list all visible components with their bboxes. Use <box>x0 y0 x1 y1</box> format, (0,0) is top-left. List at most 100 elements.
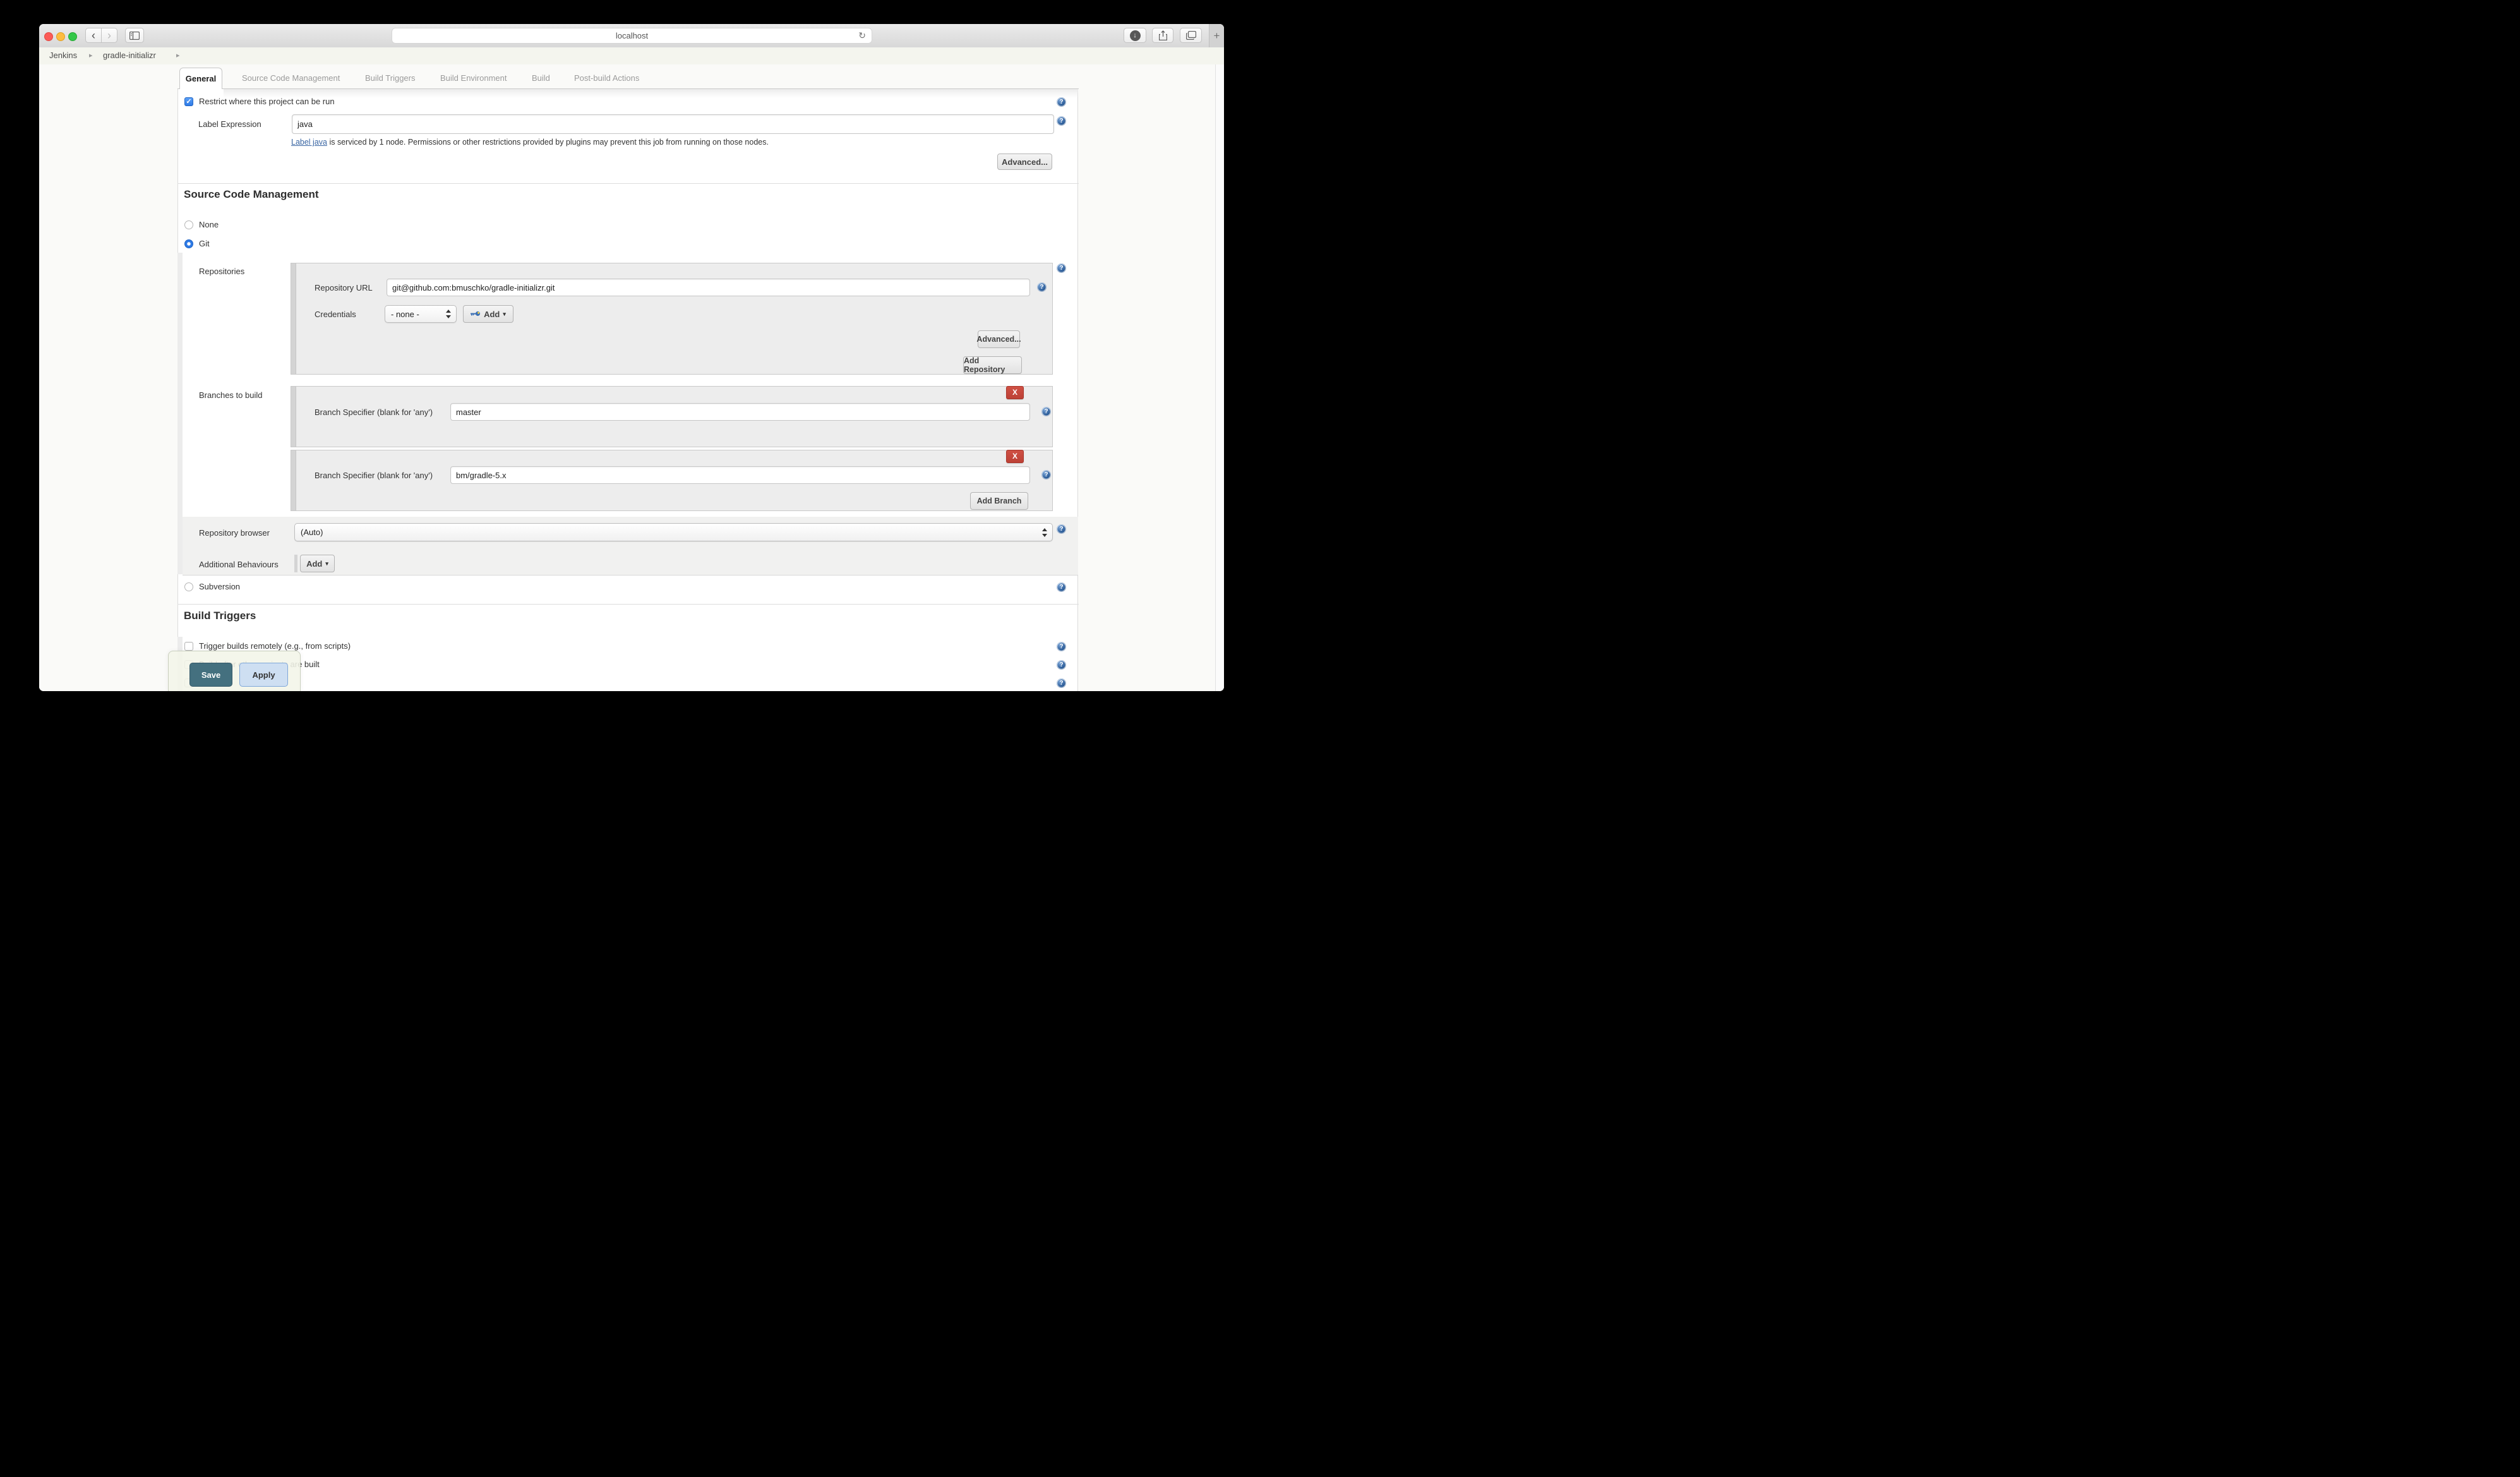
add-behaviour-button[interactable]: Add ▾ <box>300 555 335 572</box>
add-credentials-button[interactable]: Add ▾ <box>463 305 513 323</box>
help-icon[interactable]: ? <box>1057 582 1066 592</box>
trigger-remote-checkbox[interactable] <box>184 642 193 651</box>
browser-toolbar: ‹ › localhost ↻ ↓ + <box>39 24 1224 48</box>
breadcrumb-jenkins[interactable]: Jenkins <box>49 47 77 64</box>
restrict-checkbox[interactable]: ✓ <box>184 97 193 106</box>
credentials-value: - none - <box>391 310 419 319</box>
breadcrumb-separator-icon: ▸ <box>89 47 93 64</box>
scm-none-radio[interactable] <box>184 220 193 229</box>
help-icon[interactable]: ? <box>1057 642 1066 651</box>
add-behaviour-label: Add <box>306 559 322 569</box>
help-icon[interactable]: ? <box>1057 263 1066 273</box>
credentials-select[interactable]: - none - <box>385 305 457 323</box>
tab-build-triggers[interactable]: Build Triggers <box>365 68 415 88</box>
scrollbar-gutter[interactable] <box>1215 64 1224 691</box>
share-button[interactable] <box>1152 28 1173 43</box>
address-bar[interactable]: localhost ↻ <box>392 28 872 44</box>
tab-build[interactable]: Build <box>532 68 550 88</box>
scm-none-label: None <box>199 220 219 230</box>
section-divider <box>177 604 1079 605</box>
scm-subversion-radio[interactable] <box>184 582 193 591</box>
build-triggers-heading: Build Triggers <box>184 610 256 622</box>
help-icon[interactable]: ? <box>1057 97 1066 107</box>
apply-button[interactable]: Apply <box>239 663 288 687</box>
drag-handle[interactable] <box>291 450 296 510</box>
scm-git-label: Git <box>199 239 210 249</box>
section-indent-strip <box>177 253 183 574</box>
git-extra-band: Repository browser (Auto) Additional Beh… <box>183 517 1078 576</box>
drag-handle[interactable] <box>291 263 296 374</box>
tab-build-environment[interactable]: Build Environment <box>440 68 507 88</box>
additional-behaviours-label: Additional Behaviours <box>199 560 279 569</box>
zoom-window-button[interactable] <box>68 32 77 41</box>
browser-window: ‹ › localhost ↻ ↓ + <box>39 24 1224 691</box>
add-credentials-label: Add <box>484 310 500 319</box>
repository-chunk: Repository URL git@github.com:bmuschko/g… <box>291 263 1053 375</box>
close-window-button[interactable] <box>44 32 53 41</box>
downloads-button[interactable]: ↓ <box>1124 28 1146 43</box>
delete-branch-button[interactable]: X <box>1006 386 1024 399</box>
add-repository-button[interactable]: Add Repository <box>963 356 1022 374</box>
select-stepper-icon <box>1042 528 1047 537</box>
refresh-icon[interactable]: ↻ <box>858 30 866 41</box>
label-java-link[interactable]: Label java <box>291 138 327 147</box>
help-icon[interactable]: ? <box>1041 470 1051 479</box>
tab-post-build-actions[interactable]: Post-build Actions <box>574 68 639 88</box>
help-icon[interactable]: ? <box>1057 660 1066 670</box>
help-icon[interactable]: ? <box>1041 407 1051 416</box>
help-icon[interactable]: ? <box>1057 116 1066 126</box>
sidebar-toggle-button[interactable] <box>125 28 144 43</box>
branch-chunk: X Branch Specifier (blank for 'any') bm/… <box>291 450 1053 511</box>
advanced-button[interactable]: Advanced... <box>997 154 1052 170</box>
caret-down-icon: ▾ <box>325 560 328 567</box>
credentials-label: Credentials <box>315 310 356 319</box>
label-hint-text: is serviced by 1 node. Permissions or ot… <box>327 138 769 147</box>
page-content: General Source Code Management Build Tri… <box>39 64 1224 691</box>
label-expression-label: Label Expression <box>198 119 261 130</box>
repository-browser-select[interactable]: (Auto) <box>294 523 1053 541</box>
share-icon <box>1159 30 1167 40</box>
breadcrumb-separator-icon: ▸ <box>176 47 180 64</box>
label-expression-value: java <box>297 119 313 129</box>
branch-specifier-value: master <box>456 407 481 417</box>
tabbar-shade <box>224 89 1078 98</box>
breadcrumb-project[interactable]: gradle-initializr <box>103 47 156 64</box>
drag-handle[interactable] <box>291 387 296 447</box>
branch-specifier-input[interactable]: master <box>450 403 1030 421</box>
key-icon <box>471 311 481 317</box>
sidebar-icon <box>129 32 140 40</box>
breadcrumb: Jenkins ▸ gradle-initializr ▸ <box>39 47 1224 65</box>
save-button[interactable]: Save <box>189 663 232 687</box>
minimize-window-button[interactable] <box>56 32 65 41</box>
label-expression-input[interactable]: java <box>292 114 1054 134</box>
scm-subversion-label: Subversion <box>199 582 240 592</box>
branch-chunk: X Branch Specifier (blank for 'any') mas… <box>291 386 1053 447</box>
delete-branch-button[interactable]: X <box>1006 450 1024 463</box>
download-icon: ↓ <box>1130 30 1141 41</box>
forward-button[interactable]: › <box>101 28 117 43</box>
url-text: localhost <box>616 31 648 40</box>
tab-general[interactable]: General <box>179 68 222 89</box>
help-icon[interactable]: ? <box>1057 678 1066 688</box>
branch-specifier-input[interactable]: bm/gradle-5.x <box>450 466 1030 484</box>
help-icon[interactable]: ? <box>1057 524 1066 534</box>
label-hint: Label java is serviced by 1 node. Permis… <box>291 138 769 147</box>
scm-git-radio[interactable] <box>184 239 193 248</box>
tab-overview-button[interactable] <box>1180 28 1202 43</box>
repository-url-input[interactable]: git@github.com:bmuschko/gradle-initializ… <box>387 279 1030 296</box>
add-branch-button[interactable]: Add Branch <box>970 492 1028 510</box>
new-tab-button[interactable]: + <box>1209 24 1224 47</box>
save-apply-panel: Save Apply <box>168 651 301 691</box>
select-stepper-icon <box>446 310 451 318</box>
help-icon[interactable]: ? <box>1037 282 1047 292</box>
section-divider <box>177 183 1079 184</box>
back-button[interactable]: ‹ <box>85 28 102 43</box>
repository-advanced-button[interactable]: Advanced... <box>978 330 1020 348</box>
tab-source-code-management[interactable]: Source Code Management <box>242 68 340 88</box>
branch-specifier-label: Branch Specifier (blank for 'any') <box>315 407 433 417</box>
scm-heading: Source Code Management <box>184 188 319 201</box>
plus-icon: + <box>1214 30 1220 42</box>
repository-url-label: Repository URL <box>315 283 373 292</box>
branch-specifier-label: Branch Specifier (blank for 'any') <box>315 471 433 480</box>
check-icon: ✓ <box>186 98 191 106</box>
